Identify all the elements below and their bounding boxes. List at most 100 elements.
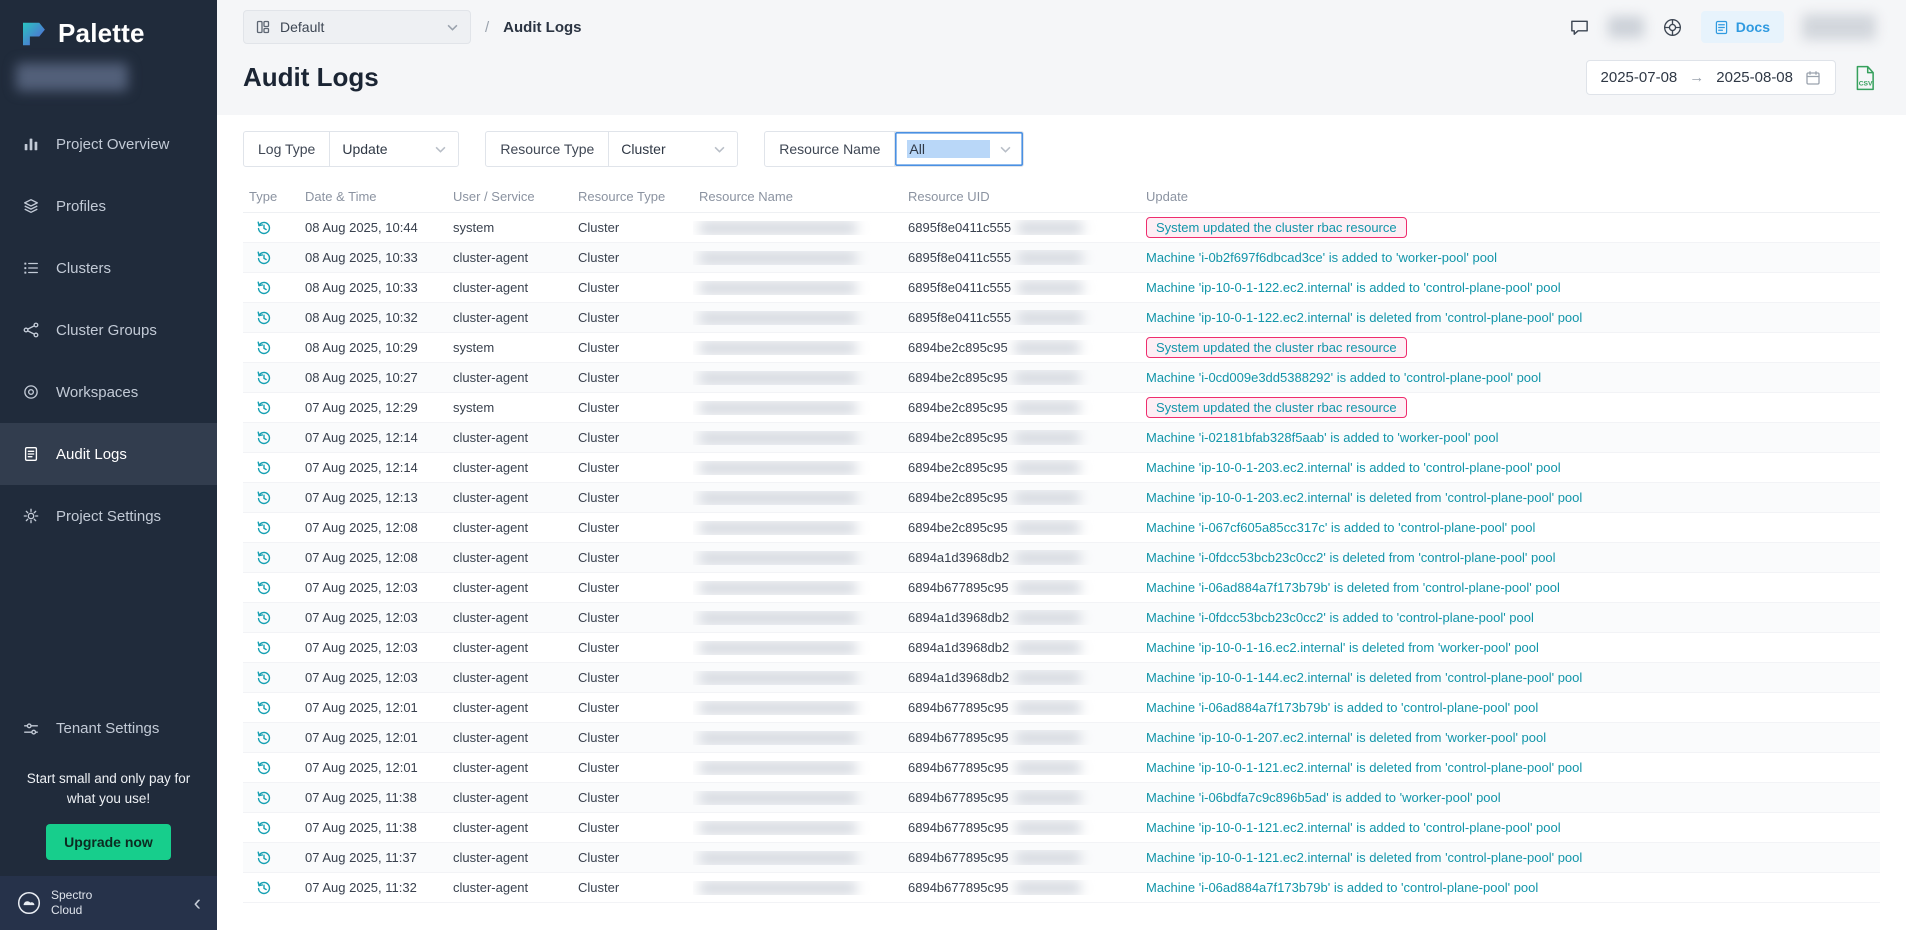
table-row[interactable]: 07 Aug 2025, 12:03 cluster-agent Cluster… [243, 663, 1880, 693]
date-range-end: 2025-08-08 [1716, 69, 1793, 86]
table-row[interactable]: 08 Aug 2025, 10:27 cluster-agent Cluster… [243, 363, 1880, 393]
sidebar-item-clusters[interactable]: Clusters [0, 237, 217, 299]
cell-resource-type: Cluster [572, 340, 693, 355]
filter-resource-type: Resource Type Cluster [485, 131, 738, 167]
update-link[interactable]: Machine 'i-0b2f697f6dbcad3ce' is added t… [1146, 250, 1497, 265]
update-link[interactable]: Machine 'i-06bdfa7c9c896b5ad' is added t… [1146, 790, 1501, 805]
history-icon [256, 640, 272, 656]
sidebar-item-project-settings[interactable]: Project Settings [0, 485, 217, 547]
table-row[interactable]: 07 Aug 2025, 12:08 cluster-agent Cluster… [243, 543, 1880, 573]
update-link[interactable]: Machine 'i-06ad884a7f173b79b' is deleted… [1146, 580, 1560, 595]
update-link[interactable]: Machine 'i-06ad884a7f173b79b' is added t… [1146, 880, 1538, 895]
table-row[interactable]: 07 Aug 2025, 12:03 cluster-agent Cluster… [243, 633, 1880, 663]
app-logo[interactable]: Palette [0, 0, 217, 59]
table-row[interactable]: 07 Aug 2025, 12:14 cluster-agent Cluster… [243, 453, 1880, 483]
lifebuoy-help-icon[interactable] [1662, 17, 1683, 38]
update-link[interactable]: Machine 'i-067cf605a85cc317c' is added t… [1146, 520, 1535, 535]
table-row[interactable]: 07 Aug 2025, 12:03 cluster-agent Cluster… [243, 573, 1880, 603]
table-row[interactable]: 07 Aug 2025, 12:01 cluster-agent Cluster… [243, 693, 1880, 723]
table-row[interactable]: 08 Aug 2025, 10:33 cluster-agent Cluster… [243, 273, 1880, 303]
table-row[interactable]: 07 Aug 2025, 11:37 cluster-agent Cluster… [243, 843, 1880, 873]
table-row[interactable]: 07 Aug 2025, 12:08 cluster-agent Cluster… [243, 513, 1880, 543]
table-row[interactable]: 07 Aug 2025, 12:01 cluster-agent Cluster… [243, 723, 1880, 753]
update-link[interactable]: Machine 'i-06ad884a7f173b79b' is added t… [1146, 700, 1538, 715]
collapse-sidebar-chevron-icon[interactable]: ‹ [194, 892, 201, 914]
history-icon [256, 880, 272, 896]
update-link[interactable]: Machine 'ip-10-0-1-207.ec2.internal' is … [1146, 730, 1546, 745]
cell-resource-name [693, 491, 902, 505]
update-link[interactable]: Machine 'ip-10-0-1-203.ec2.internal' is … [1146, 460, 1561, 475]
resource-uid-text: 6894be2c895c95 [908, 400, 1008, 415]
cell-resource-uid: 6895f8e0411c555 [902, 220, 1140, 235]
table-row[interactable]: 07 Aug 2025, 11:32 cluster-agent Cluster… [243, 873, 1880, 903]
table-row[interactable]: 08 Aug 2025, 10:32 cluster-agent Cluster… [243, 303, 1880, 333]
sidebar-item-cluster-groups[interactable]: Cluster Groups [0, 299, 217, 361]
redacted-resource-name [699, 821, 857, 835]
cell-resource-type: Cluster [572, 250, 693, 265]
cell-resource-type: Cluster [572, 490, 693, 505]
export-csv-icon[interactable]: CSV [1854, 65, 1876, 91]
docs-file-icon [1715, 20, 1728, 35]
resource-uid-text: 6894b677895c95 [908, 700, 1009, 715]
table-row[interactable]: 07 Aug 2025, 12:29 system Cluster 6894be… [243, 393, 1880, 423]
table-row[interactable]: 07 Aug 2025, 12:13 cluster-agent Cluster… [243, 483, 1880, 513]
resource-type-select[interactable]: Cluster [609, 132, 737, 166]
update-link[interactable]: Machine 'ip-10-0-1-122.ec2.internal' is … [1146, 280, 1561, 295]
log-type-select[interactable]: Update [330, 132, 458, 166]
redacted-uid-tail [1015, 761, 1081, 775]
cell-user: cluster-agent [447, 520, 572, 535]
page-header: Audit Logs 2025-07-08 → 2025-08-08 CS [217, 46, 1906, 115]
cell-resource-type: Cluster [572, 310, 693, 325]
upgrade-now-button[interactable]: Upgrade now [46, 824, 171, 860]
cell-update: Machine 'ip-10-0-1-203.ec2.internal' is … [1140, 490, 1880, 505]
filter-resource-name: Resource Name All [764, 131, 1024, 167]
cell-resource-uid: 6894be2c895c95 [902, 370, 1140, 385]
cell-date: 07 Aug 2025, 11:32 [299, 880, 447, 895]
date-range-picker[interactable]: 2025-07-08 → 2025-08-08 [1586, 60, 1836, 95]
table-row[interactable]: 08 Aug 2025, 10:33 cluster-agent Cluster… [243, 243, 1880, 273]
cell-type [243, 640, 299, 656]
cell-update: Machine 'i-0cd009e3dd5388292' is added t… [1140, 370, 1880, 385]
redacted-project-name [16, 63, 128, 91]
cell-resource-type: Cluster [572, 700, 693, 715]
update-link[interactable]: System updated the cluster rbac resource [1146, 217, 1407, 238]
cell-user: cluster-agent [447, 760, 572, 775]
update-link[interactable]: Machine 'ip-10-0-1-144.ec2.internal' is … [1146, 670, 1582, 685]
update-link[interactable]: System updated the cluster rbac resource [1146, 397, 1407, 418]
sidebar-item-tenant-settings[interactable]: Tenant Settings [0, 703, 217, 755]
cell-resource-name [693, 731, 902, 745]
sidebar-item-label: Audit Logs [56, 446, 127, 463]
update-link[interactable]: Machine 'ip-10-0-1-122.ec2.internal' is … [1146, 310, 1582, 325]
table-row[interactable]: 07 Aug 2025, 11:38 cluster-agent Cluster… [243, 783, 1880, 813]
table-row[interactable]: 08 Aug 2025, 10:44 system Cluster 6895f8… [243, 213, 1880, 243]
update-link[interactable]: Machine 'ip-10-0-1-16.ec2.internal' is d… [1146, 640, 1539, 655]
update-link[interactable]: Machine 'ip-10-0-1-121.ec2.internal' is … [1146, 760, 1582, 775]
cell-update: Machine 'i-0fdcc53bcb23c0cc2' is deleted… [1140, 550, 1880, 565]
table-row[interactable]: 07 Aug 2025, 11:38 cluster-agent Cluster… [243, 813, 1880, 843]
sidebar-item-workspaces[interactable]: Workspaces [0, 361, 217, 423]
table-row[interactable]: 08 Aug 2025, 10:29 system Cluster 6894be… [243, 333, 1880, 363]
update-link[interactable]: Machine 'i-0cd009e3dd5388292' is added t… [1146, 370, 1541, 385]
redacted-uid-tail [1014, 341, 1080, 355]
sidebar-item-audit-logs[interactable]: Audit Logs [0, 423, 217, 485]
table-row[interactable]: 07 Aug 2025, 12:01 cluster-agent Cluster… [243, 753, 1880, 783]
docs-button[interactable]: Docs [1701, 11, 1784, 43]
table-row[interactable]: 07 Aug 2025, 12:03 cluster-agent Cluster… [243, 603, 1880, 633]
cell-resource-type: Cluster [572, 550, 693, 565]
project-selector[interactable]: Default [243, 10, 471, 44]
resource-name-select[interactable]: All [895, 132, 1023, 166]
update-link[interactable]: Machine 'i-0fdcc53bcb23c0cc2' is deleted… [1146, 550, 1556, 565]
cell-resource-name [693, 251, 902, 265]
cell-type [243, 520, 299, 536]
update-link[interactable]: Machine 'ip-10-0-1-203.ec2.internal' is … [1146, 490, 1582, 505]
chat-icon[interactable] [1569, 17, 1590, 38]
update-link[interactable]: System updated the cluster rbac resource [1146, 337, 1407, 358]
update-link[interactable]: Machine 'i-02181bfab328f5aab' is added t… [1146, 430, 1499, 445]
update-link[interactable]: Machine 'ip-10-0-1-121.ec2.internal' is … [1146, 820, 1561, 835]
sidebar-item-project-overview[interactable]: Project Overview [0, 113, 217, 175]
table-row[interactable]: 07 Aug 2025, 12:14 cluster-agent Cluster… [243, 423, 1880, 453]
update-link[interactable]: Machine 'ip-10-0-1-121.ec2.internal' is … [1146, 850, 1582, 865]
sidebar-item-profiles[interactable]: Profiles [0, 175, 217, 237]
cell-date: 07 Aug 2025, 12:14 [299, 430, 447, 445]
update-link[interactable]: Machine 'i-0fdcc53bcb23c0cc2' is added t… [1146, 610, 1534, 625]
